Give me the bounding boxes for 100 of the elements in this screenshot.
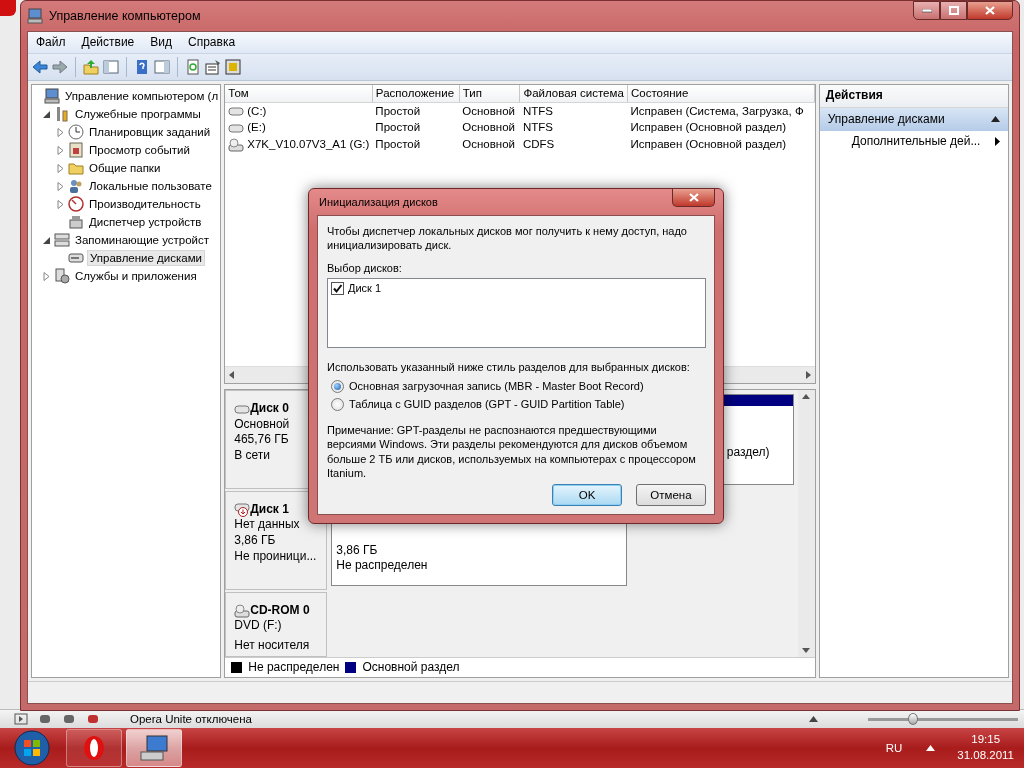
- cancel-button[interactable]: Отмена: [636, 484, 706, 507]
- actions-section-header[interactable]: Управление дисками: [819, 107, 1008, 132]
- clock-date: 31.08.2011: [957, 748, 1014, 763]
- drive-warning-icon: [234, 502, 251, 517]
- status-text: Opera Unite отключена: [130, 711, 252, 727]
- partition-block[interactable]: раздел): [721, 394, 794, 485]
- up-arrow-icon[interactable]: [809, 716, 818, 722]
- language-indicator[interactable]: RU: [885, 740, 903, 756]
- disk-size: 3,86 ГБ: [234, 533, 277, 549]
- scroll-down-icon[interactable]: [802, 648, 811, 653]
- device-icon: [68, 214, 84, 230]
- taskbar-app-button[interactable]: [66, 729, 122, 767]
- help-icon[interactable]: [134, 59, 150, 75]
- tree-item[interactable]: Локальные пользовате: [87, 178, 214, 194]
- radio-label[interactable]: Основная загрузочная запись (MBR - Master Boot Record): [349, 379, 644, 394]
- disk-type: Нет данных: [234, 517, 301, 534]
- dialog-title: Инициализация дисков: [319, 194, 438, 210]
- menu-item[interactable]: Действие: [73, 32, 143, 53]
- menu-item[interactable]: Файл: [28, 32, 74, 53]
- disk-status: Не проиници...: [234, 548, 318, 565]
- disk-type: Основной: [234, 416, 291, 433]
- column-header[interactable]: Том: [225, 85, 373, 103]
- close-button[interactable]: [967, 1, 1013, 20]
- collapsed-arrow-icon[interactable]: [56, 145, 65, 155]
- note-text: Примечание: GPT-разделы не распознаются предшествующими версиями Windows. Эти разделы рекомендуются для дисков объемом больше 2 ТБ или дисков, используемых на компьютерах с процессором Itanium.: [327, 423, 697, 481]
- refresh-icon[interactable]: [185, 59, 201, 75]
- tree-item[interactable]: Управление дисками: [87, 249, 206, 267]
- scroll-right-icon[interactable]: [805, 371, 811, 379]
- drive-icon: [234, 403, 251, 414]
- services-icon: [54, 268, 70, 284]
- tree-item[interactable]: Общие папки: [87, 160, 163, 176]
- disk-status: Нет носителя: [234, 638, 311, 654]
- checkbox[interactable]: [331, 281, 344, 295]
- close-icon: [688, 193, 699, 202]
- column-header[interactable]: Расположение: [372, 85, 460, 103]
- radio-button[interactable]: [331, 397, 344, 411]
- menu-item[interactable]: Справка: [180, 32, 244, 53]
- tree-item[interactable]: Запоминающие устройст: [73, 232, 211, 248]
- close-button[interactable]: [672, 189, 715, 207]
- cd-drive-icon: [234, 603, 251, 618]
- maximize-icon: [948, 6, 959, 15]
- slider-thumb[interactable]: [908, 712, 918, 725]
- action-item[interactable]: Дополнительные дей...: [819, 131, 1008, 153]
- table-cell: Основной: [462, 121, 515, 134]
- tree-item[interactable]: Службы и приложения: [73, 268, 199, 284]
- collapsed-arrow-icon[interactable]: [56, 163, 65, 173]
- collapsed-arrow-icon[interactable]: [56, 181, 65, 191]
- table-cell: X7K_V10.07V3_A1 (G:): [247, 137, 370, 153]
- expanded-arrow-icon[interactable]: [42, 235, 51, 245]
- tools-icon: [54, 106, 70, 122]
- folder-up-icon[interactable]: [83, 59, 99, 75]
- cd-drive-icon: [228, 137, 245, 152]
- tree-item[interactable]: Диспетчер устройств: [87, 214, 204, 230]
- start-button[interactable]: [14, 730, 50, 766]
- taskbar-app-button[interactable]: [126, 729, 182, 767]
- minimize-button[interactable]: [913, 1, 940, 20]
- scroll-up-icon[interactable]: [802, 394, 811, 399]
- tree-item[interactable]: Производительность: [87, 196, 203, 212]
- back-arrow-icon[interactable]: [32, 59, 48, 75]
- column-header[interactable]: Состояние: [627, 85, 815, 103]
- collapsed-arrow-icon[interactable]: [42, 271, 51, 281]
- drive-icon: [228, 122, 245, 133]
- computer-icon: [27, 8, 43, 24]
- forward-arrow-icon[interactable]: [52, 59, 68, 75]
- disk-name: CD-ROM 0: [250, 602, 310, 619]
- partition-text: Не распределен: [336, 558, 429, 575]
- expanded-arrow-icon[interactable]: [42, 109, 51, 119]
- collapse-arrow-icon[interactable]: [991, 116, 1000, 123]
- tree-item[interactable]: Служебные программы: [73, 106, 203, 122]
- table-cell: Простой: [375, 121, 421, 134]
- panel-toggle-icon[interactable]: [14, 713, 28, 725]
- show-hidden-icons-arrow-icon[interactable]: [926, 745, 936, 751]
- table-cell: CDFS: [522, 138, 555, 151]
- properties-icon[interactable]: [205, 59, 221, 75]
- disk-name: Диск 0: [250, 401, 289, 417]
- tree-item[interactable]: Управление компьютером (л: [63, 88, 221, 104]
- clock[interactable]: 19:15 31.08.2011: [957, 732, 1014, 764]
- disk-type: DVD (F:): [234, 618, 283, 634]
- table-cell: Исправен (Система, Загрузка, Ф: [630, 104, 804, 117]
- checkbox-label[interactable]: Диск 1: [348, 280, 382, 296]
- clock-time: 19:15: [971, 732, 1001, 748]
- section-title: Управление дисками: [827, 111, 945, 128]
- tree-item[interactable]: Планировщик заданий: [87, 124, 213, 140]
- collapsed-arrow-icon[interactable]: [56, 127, 65, 137]
- computer-icon: [44, 88, 60, 104]
- drive-icon: [228, 106, 245, 117]
- table-cell: Простой: [375, 104, 421, 117]
- scroll-left-icon[interactable]: [229, 371, 235, 379]
- menu-item[interactable]: Вид: [142, 32, 180, 53]
- maximize-button[interactable]: [940, 1, 967, 20]
- legend-label: Не распределен: [248, 659, 340, 676]
- collapsed-arrow-icon[interactable]: [56, 199, 65, 209]
- table-cell: NTFS: [522, 104, 553, 117]
- window-title: Управление компьютером: [49, 7, 201, 25]
- radio-label[interactable]: Таблица с GUID разделов (GPT - GUID Partition Table): [349, 397, 625, 412]
- tree-item[interactable]: Просмотр событий: [87, 142, 192, 158]
- column-header[interactable]: Файловая система: [519, 85, 628, 103]
- radio-button[interactable]: [331, 379, 344, 393]
- column-header[interactable]: Тип: [459, 85, 520, 103]
- ok-button[interactable]: OK: [552, 484, 622, 507]
